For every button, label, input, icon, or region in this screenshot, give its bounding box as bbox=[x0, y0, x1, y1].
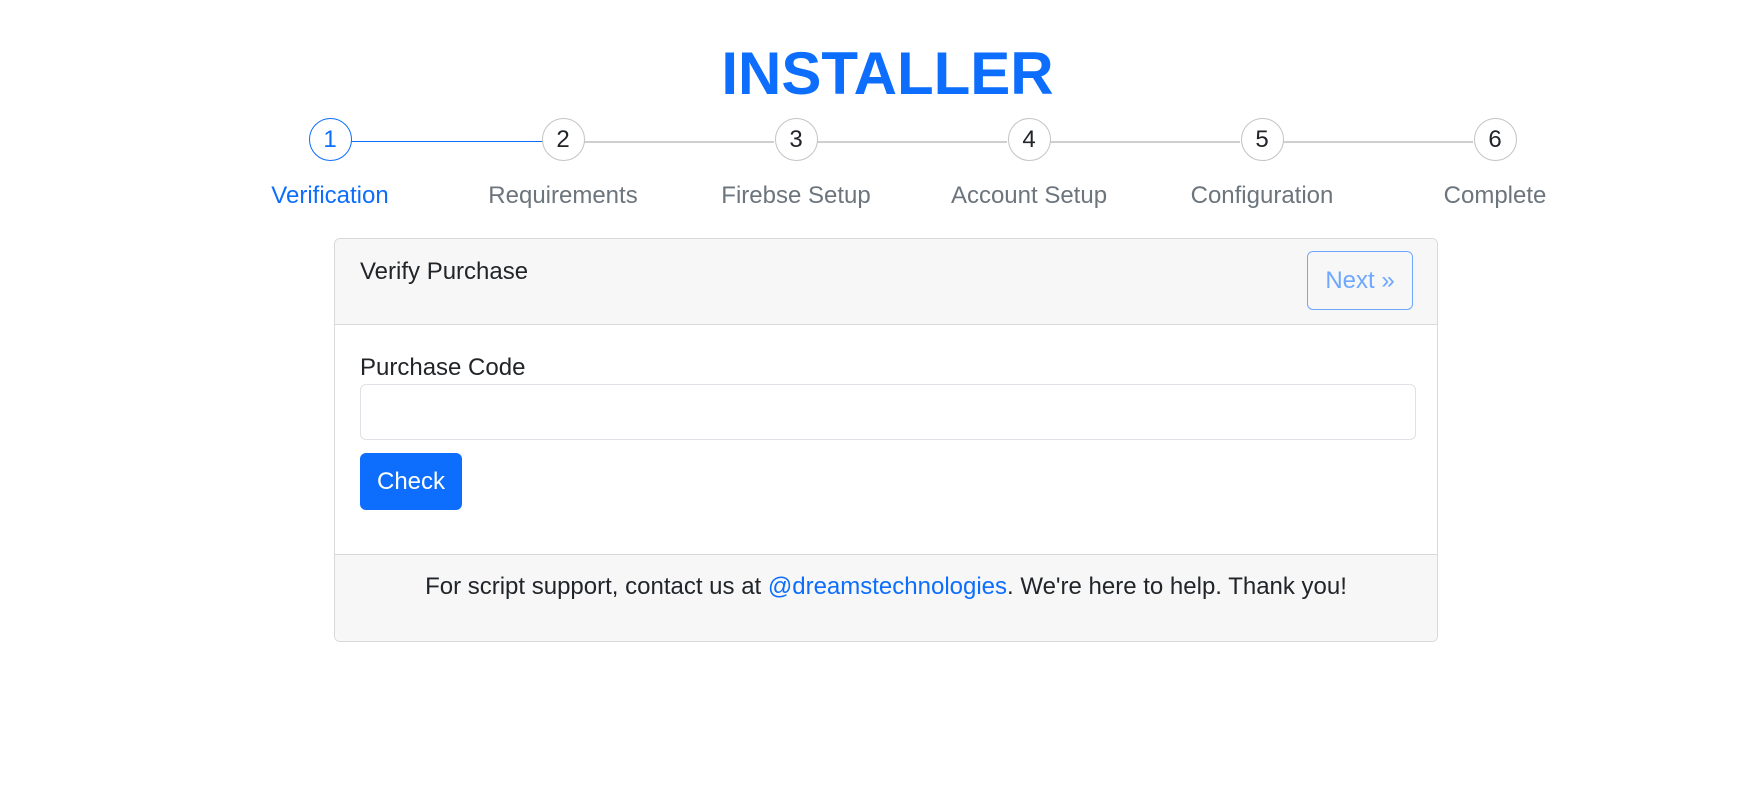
step-number-circle: 4 bbox=[1007, 118, 1051, 161]
step-number-circle: 6 bbox=[1473, 118, 1517, 161]
purchase-code-label: Purchase Code bbox=[360, 354, 526, 381]
check-button[interactable]: Check bbox=[360, 453, 462, 510]
step-configuration[interactable]: 5 Configuration bbox=[1182, 118, 1342, 210]
progress-stepper: 1 Verification 2 Requirements 3 Firebse … bbox=[0, 0, 1759, 220]
step-complete[interactable]: 6 Complete bbox=[1415, 118, 1575, 210]
support-contact-link[interactable]: @dreamstechnologies bbox=[768, 573, 1007, 600]
step-verification[interactable]: 1 Verification bbox=[250, 118, 410, 210]
step-label: Firebse Setup bbox=[721, 182, 871, 209]
step-requirements[interactable]: 2 Requirements bbox=[483, 118, 643, 210]
installer-page: INSTALLER 1 Verification 2 Requirements … bbox=[0, 0, 1759, 790]
support-text-before: For script support, contact us at bbox=[425, 573, 768, 600]
step-label: Requirements bbox=[488, 182, 638, 209]
step-number-circle: 1 bbox=[308, 118, 352, 161]
step-label: Configuration bbox=[1190, 182, 1334, 209]
step-label: Complete bbox=[1443, 182, 1547, 209]
step-firebase-setup[interactable]: 3 Firebse Setup bbox=[716, 118, 876, 210]
step-number-circle: 3 bbox=[774, 118, 818, 161]
support-text-after: . We're here to help. Thank you! bbox=[1007, 573, 1347, 600]
step-label: Verification bbox=[271, 182, 389, 209]
step-account-setup[interactable]: 4 Account Setup bbox=[949, 118, 1109, 210]
card-footer: For script support, contact us at @dream… bbox=[335, 554, 1437, 641]
card-title: Verify Purchase bbox=[360, 258, 529, 285]
step-number-circle: 2 bbox=[541, 118, 585, 161]
verify-purchase-card: Verify Purchase Next » Purchase Code Che… bbox=[334, 238, 1438, 642]
step-number-circle: 5 bbox=[1240, 118, 1284, 161]
card-header: Verify Purchase Next » bbox=[335, 239, 1437, 325]
card-body: Purchase Code Check bbox=[335, 325, 1437, 556]
next-button[interactable]: Next » bbox=[1307, 251, 1413, 310]
step-label: Account Setup bbox=[950, 182, 1108, 209]
purchase-code-input[interactable] bbox=[360, 384, 1416, 440]
